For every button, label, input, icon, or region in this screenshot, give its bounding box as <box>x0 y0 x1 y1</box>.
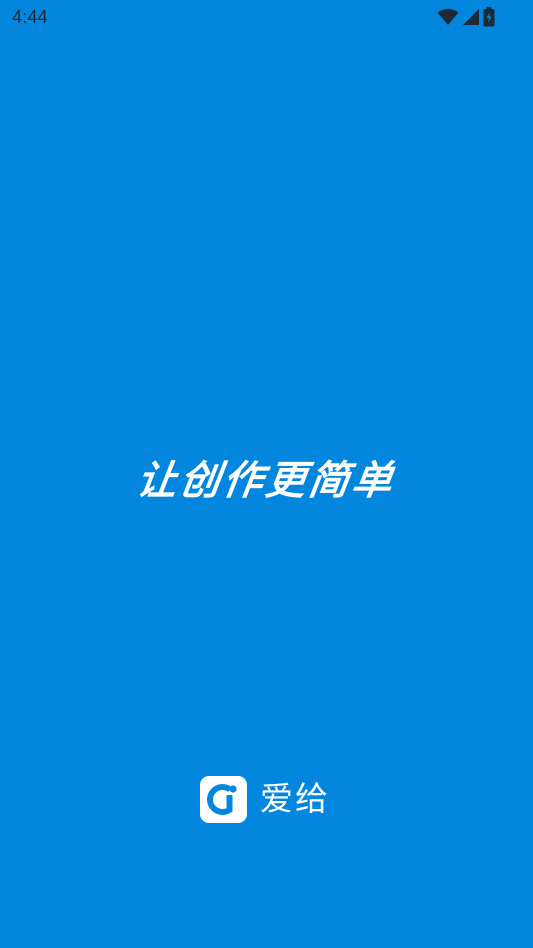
aigei-logo-icon <box>200 775 247 823</box>
status-bar: 4:44 <box>0 0 533 36</box>
status-time: 4:44 <box>12 7 48 27</box>
status-icons <box>437 7 495 27</box>
wifi-icon <box>437 8 459 26</box>
signal-icon <box>462 8 480 26</box>
battery-icon <box>483 7 495 27</box>
brand-lockup: 爱给 <box>200 775 330 823</box>
splash-screen: { "status_bar": { "time": "4:44", "icons… <box>0 0 533 948</box>
brand-name: 爱给 <box>260 779 330 818</box>
slogan-text: 让创作更简单 <box>133 458 399 504</box>
